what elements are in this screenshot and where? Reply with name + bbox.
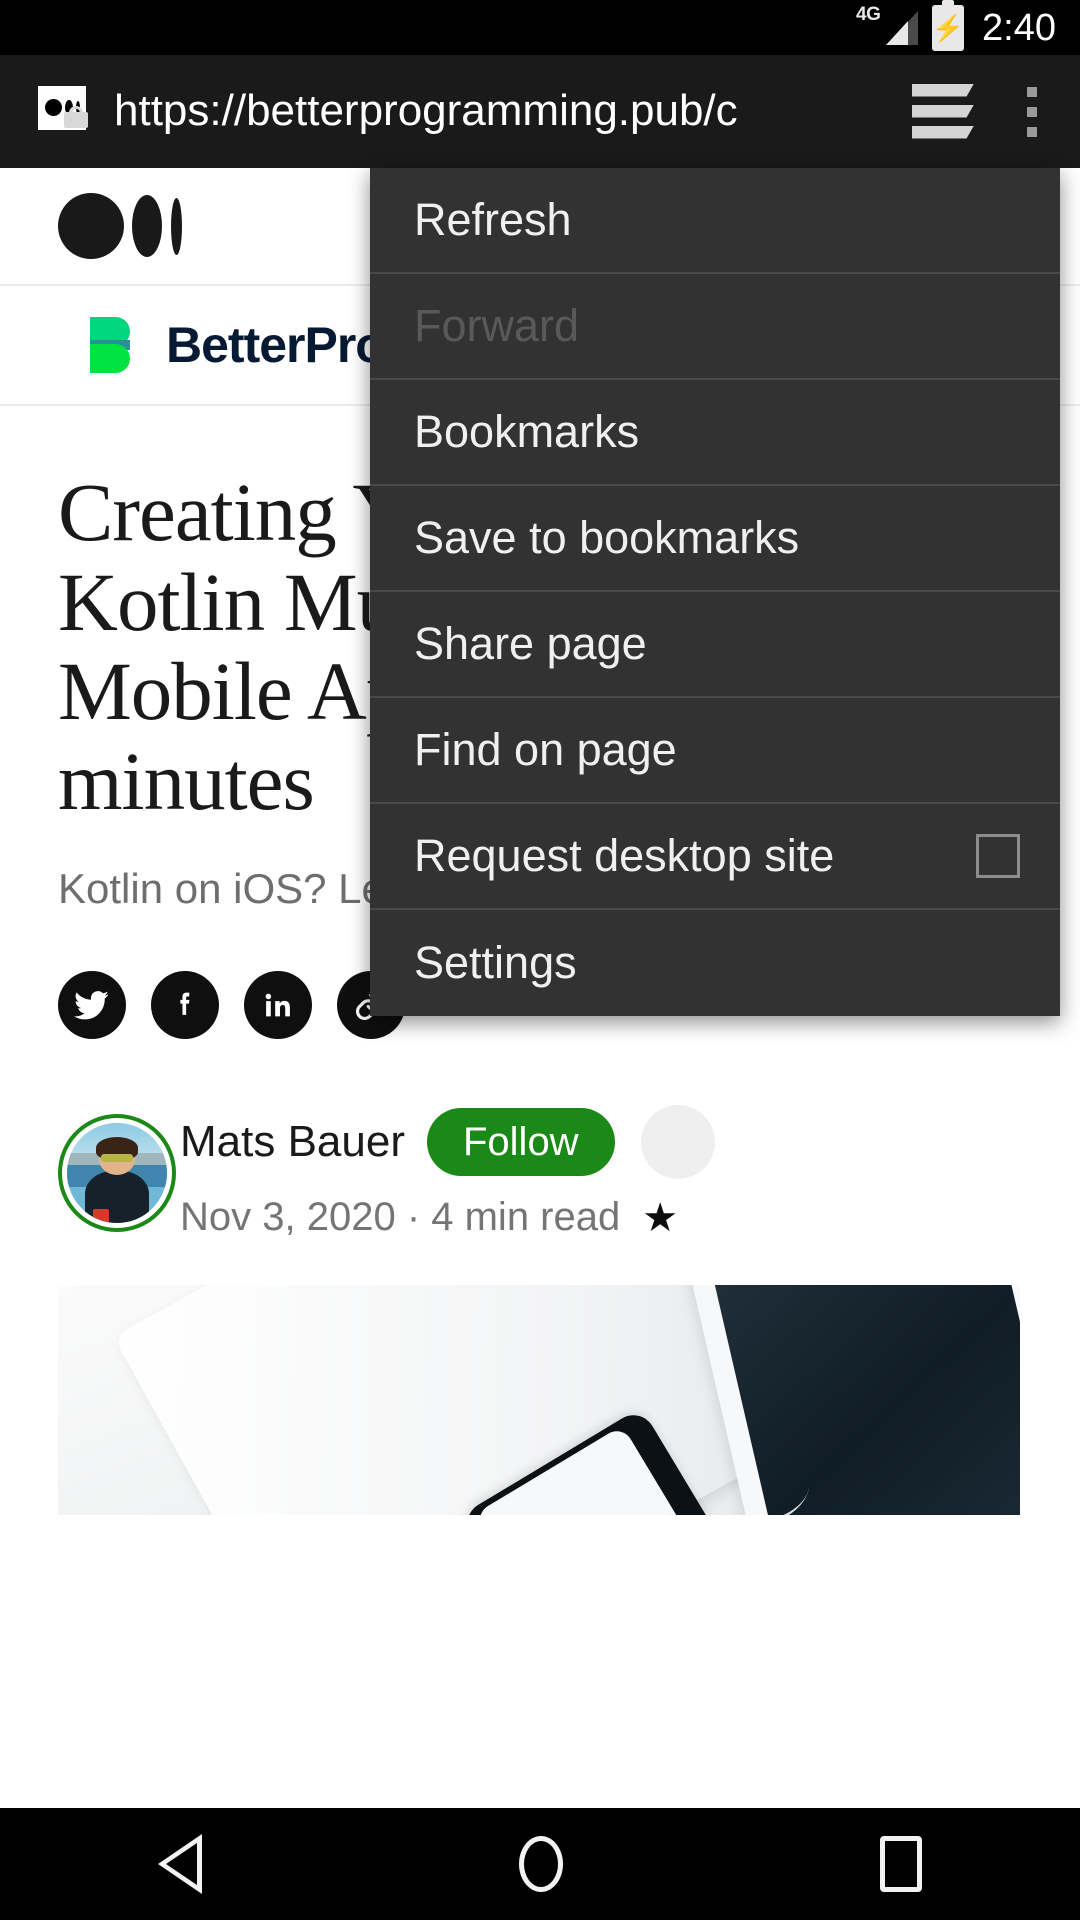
linkedin-icon[interactable] bbox=[244, 971, 312, 1039]
status-icons: 4G ⚡ 2:40 bbox=[856, 3, 1056, 51]
browser-toolbar: https://betterprogramming.pub/c bbox=[0, 55, 1080, 168]
tabs-stack-icon[interactable] bbox=[906, 76, 980, 148]
menu-item-label: Forward bbox=[414, 300, 580, 351]
signal-bars-fill bbox=[886, 20, 909, 45]
member-star-icon: ★ bbox=[642, 1195, 679, 1240]
byline-avatar-placeholder[interactable] bbox=[640, 1105, 715, 1179]
article-hero-image bbox=[58, 1285, 1020, 1515]
charging-bolt-icon: ⚡ bbox=[931, 12, 965, 43]
menu-item-label: Bookmarks bbox=[414, 406, 640, 457]
twitter-icon[interactable] bbox=[58, 971, 126, 1039]
follow-button[interactable]: Follow bbox=[426, 1108, 615, 1176]
overflow-dot-1 bbox=[1027, 86, 1037, 97]
tab-sheet-3 bbox=[912, 125, 974, 139]
publish-meta: Nov 3, 2020 · 4 min read bbox=[180, 1195, 621, 1239]
url-bar[interactable]: https://betterprogramming.pub/c bbox=[114, 87, 906, 135]
medium-logo-circle-large bbox=[58, 193, 124, 259]
menu-item-forward: Forward bbox=[370, 274, 1060, 380]
byline-bottom-row: Nov 3, 2020 · 4 min read ★ bbox=[180, 1195, 715, 1240]
menu-item-label: Find on page bbox=[414, 724, 677, 775]
bp-mark-bottom bbox=[90, 344, 130, 373]
medium-logo-icon[interactable] bbox=[58, 193, 182, 259]
avatar[interactable] bbox=[58, 1113, 176, 1232]
overflow-menu-icon[interactable] bbox=[1002, 76, 1062, 148]
android-navigation-bar bbox=[0, 1808, 1080, 1920]
better-programming-mark-icon bbox=[90, 317, 132, 373]
recents-square-icon[interactable] bbox=[879, 1836, 922, 1892]
network-type-label: 4G bbox=[856, 3, 881, 25]
phone-screen: 4G ⚡ 2:40 https://betterprogramming.pub/… bbox=[0, 0, 1080, 1920]
battery-charging-icon: ⚡ bbox=[931, 4, 965, 51]
avatar-cup bbox=[93, 1208, 109, 1223]
menu-item-find-on-page[interactable]: Find on page bbox=[370, 698, 1060, 804]
author-name[interactable]: Mats Bauer bbox=[180, 1117, 405, 1166]
status-bar: 4G ⚡ 2:40 bbox=[0, 0, 1080, 55]
menu-item-share-page[interactable]: Share page bbox=[370, 592, 1060, 698]
medium-logo-circle-medium bbox=[132, 195, 162, 257]
menu-item-label: Request desktop site bbox=[414, 830, 835, 881]
medium-favicon-icon[interactable] bbox=[38, 85, 98, 138]
menu-item-bookmarks[interactable]: Bookmarks bbox=[370, 380, 1060, 486]
menu-item-save-to-bookmarks[interactable]: Save to bookmarks bbox=[370, 486, 1060, 592]
tab-sheet-1 bbox=[912, 83, 974, 97]
menu-item-label: Settings bbox=[414, 937, 577, 988]
overflow-dot-2 bbox=[1027, 106, 1037, 117]
byline-text-column: Mats Bauer Follow Nov 3, 2020 · 4 min re… bbox=[180, 1105, 715, 1240]
status-clock: 2:40 bbox=[982, 6, 1056, 49]
back-triangle-icon[interactable] bbox=[158, 1834, 203, 1894]
tab-sheet-2 bbox=[912, 104, 974, 118]
facebook-icon[interactable] bbox=[151, 971, 219, 1039]
overflow-dot-3 bbox=[1027, 126, 1037, 137]
menu-item-label: Share page bbox=[414, 618, 647, 669]
menu-item-request-desktop-site[interactable]: Request desktop site bbox=[370, 804, 1060, 910]
lock-icon bbox=[64, 105, 88, 128]
publication-name: BetterPro bbox=[166, 316, 386, 374]
lock-body bbox=[64, 111, 88, 128]
author-byline: Mats Bauer Follow Nov 3, 2020 · 4 min re… bbox=[58, 1105, 1022, 1240]
signal-4g-icon: 4G bbox=[856, 3, 919, 49]
medium-logo-circle-small bbox=[171, 197, 182, 255]
favicon-circle-large bbox=[44, 99, 62, 116]
avatar-sunglasses bbox=[101, 1153, 133, 1162]
avatar-image bbox=[67, 1122, 167, 1223]
menu-item-label: Save to bookmarks bbox=[414, 512, 800, 563]
publication-name-part1: BetterPro bbox=[166, 317, 386, 373]
overflow-menu: Refresh Forward Bookmarks Save to bookmarks… bbox=[370, 168, 1060, 1016]
home-circle-icon[interactable] bbox=[518, 1836, 563, 1892]
menu-item-settings[interactable]: Settings bbox=[370, 910, 1060, 1016]
byline-top-row: Mats Bauer Follow bbox=[180, 1105, 715, 1179]
menu-item-label: Refresh bbox=[414, 194, 572, 245]
request-desktop-site-checkbox[interactable] bbox=[976, 834, 1020, 878]
menu-item-refresh[interactable]: Refresh bbox=[370, 168, 1060, 274]
